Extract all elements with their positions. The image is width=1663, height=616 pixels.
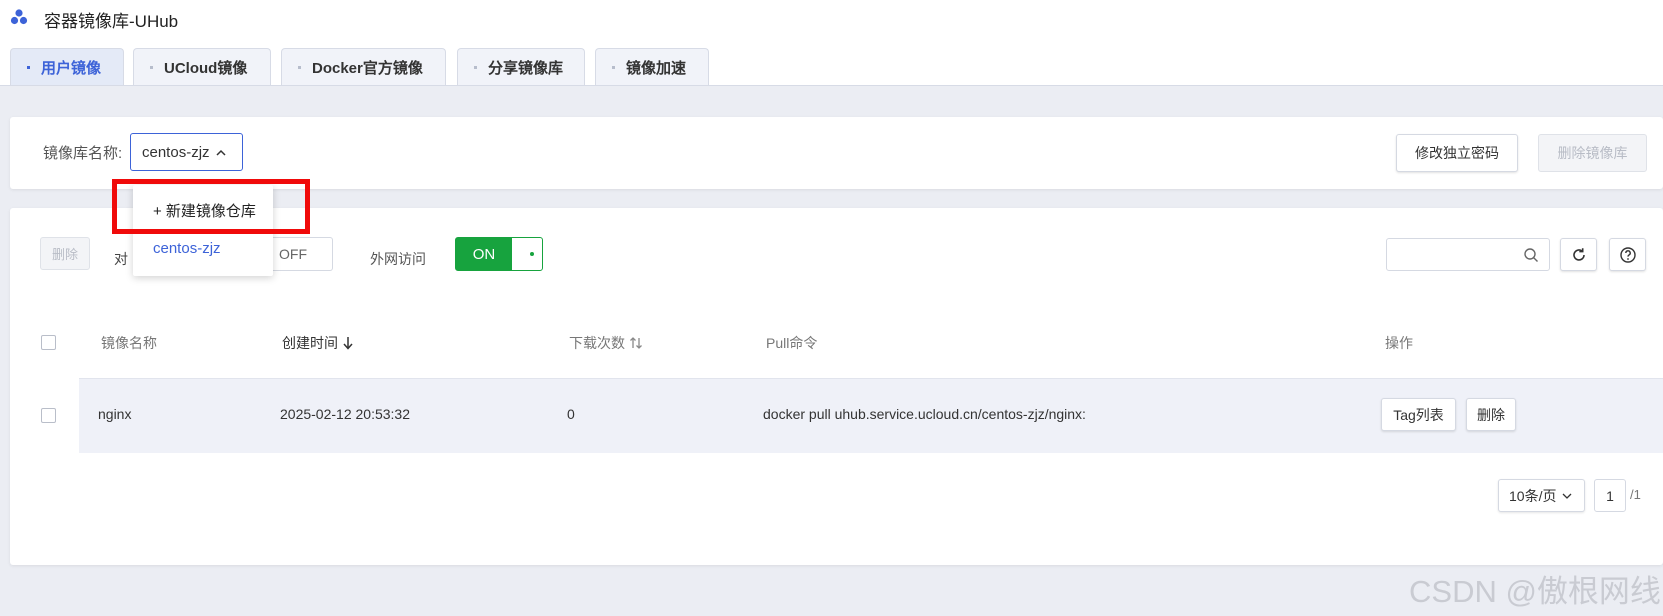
search-icon bbox=[1524, 248, 1538, 262]
tab-dot-icon bbox=[612, 66, 615, 69]
repo-name-label: 镜像库名称: bbox=[43, 145, 123, 162]
chevron-down-icon bbox=[1563, 493, 1572, 499]
tab-divider bbox=[0, 85, 1663, 86]
column-header-label: 创建时间 bbox=[282, 335, 338, 351]
column-header-actions: 操作 bbox=[1385, 335, 1413, 351]
tab-label: UCloud镜像 bbox=[164, 60, 248, 77]
off-toggle[interactable]: OFF bbox=[270, 237, 333, 271]
cluster-icon bbox=[10, 9, 28, 25]
page-size-value: 10条/页 bbox=[1509, 487, 1557, 504]
tab-dot-icon bbox=[474, 66, 477, 69]
page-size-select[interactable]: 10条/页 bbox=[1498, 479, 1585, 512]
tab-dot-icon bbox=[27, 66, 30, 69]
refresh-icon bbox=[1572, 247, 1585, 261]
column-header-downloads[interactable]: 下载次数 bbox=[569, 333, 643, 353]
tab-label: 镜像加速 bbox=[626, 60, 687, 77]
sort-desc-icon bbox=[343, 337, 353, 350]
tab-docker-official[interactable]: Docker官方镜像 bbox=[281, 48, 446, 86]
tab-label: Docker官方镜像 bbox=[312, 60, 423, 77]
tab-dot-icon bbox=[150, 66, 153, 69]
tab-label: 分享镜像库 bbox=[488, 60, 564, 77]
image-name-cell: nginx bbox=[98, 406, 132, 422]
downloads-cell: 0 bbox=[567, 406, 575, 422]
highlight-annotation-box bbox=[112, 179, 310, 234]
watermark: CSDN @傲根网线 bbox=[1409, 574, 1661, 609]
change-password-button[interactable]: 修改独立密码 bbox=[1396, 134, 1518, 172]
page-number-input[interactable]: 1 bbox=[1594, 479, 1626, 512]
delete-image-button[interactable]: 删除 bbox=[1466, 398, 1516, 431]
page-title: 容器镜像库-UHub bbox=[44, 12, 179, 31]
refresh-button[interactable] bbox=[1560, 238, 1597, 271]
created-time-cell: 2025-02-12 20:53:32 bbox=[280, 406, 410, 422]
external-access-switch[interactable]: ON bbox=[455, 237, 543, 271]
column-header-label: 下载次数 bbox=[569, 335, 625, 351]
page-total: /1 bbox=[1630, 487, 1641, 502]
delete-button[interactable]: 删除 bbox=[40, 237, 90, 270]
tab-user-images[interactable]: 用户镜像 bbox=[10, 48, 124, 86]
column-header-created[interactable]: 创建时间 bbox=[282, 333, 354, 353]
tag-list-button[interactable]: Tag列表 bbox=[1381, 398, 1456, 431]
tab-shared-repos[interactable]: 分享镜像库 bbox=[457, 48, 585, 86]
row-checkbox[interactable] bbox=[41, 408, 56, 423]
external-access-label: 外网访问 bbox=[370, 251, 426, 267]
sort-both-icon bbox=[629, 337, 642, 349]
select-all-checkbox[interactable] bbox=[41, 335, 56, 350]
repo-option-centos-zjz[interactable]: centos-zjz bbox=[153, 240, 221, 257]
chevron-up-icon bbox=[216, 149, 226, 156]
switch-on-label: ON bbox=[456, 238, 512, 270]
search-input[interactable] bbox=[1386, 238, 1550, 271]
pull-command-cell: docker pull uhub.service.ucloud.cn/cento… bbox=[763, 406, 1086, 422]
switch-knob-icon bbox=[530, 252, 534, 256]
tab-dot-icon bbox=[298, 66, 301, 69]
column-header-name: 镜像名称 bbox=[101, 335, 157, 351]
help-icon bbox=[1619, 246, 1636, 263]
tab-image-acceleration[interactable]: 镜像加速 bbox=[595, 48, 709, 86]
tab-label: 用户镜像 bbox=[41, 60, 102, 77]
delete-repo-button[interactable]: 删除镜像库 bbox=[1538, 134, 1647, 172]
column-header-pull: Pull命令 bbox=[766, 335, 818, 351]
repo-select-value: centos-zjz bbox=[142, 143, 210, 161]
tab-ucloud-images[interactable]: UCloud镜像 bbox=[133, 48, 271, 86]
help-button[interactable] bbox=[1609, 238, 1646, 271]
repo-select[interactable]: centos-zjz bbox=[130, 133, 243, 171]
partial-label: 对 bbox=[114, 251, 128, 267]
